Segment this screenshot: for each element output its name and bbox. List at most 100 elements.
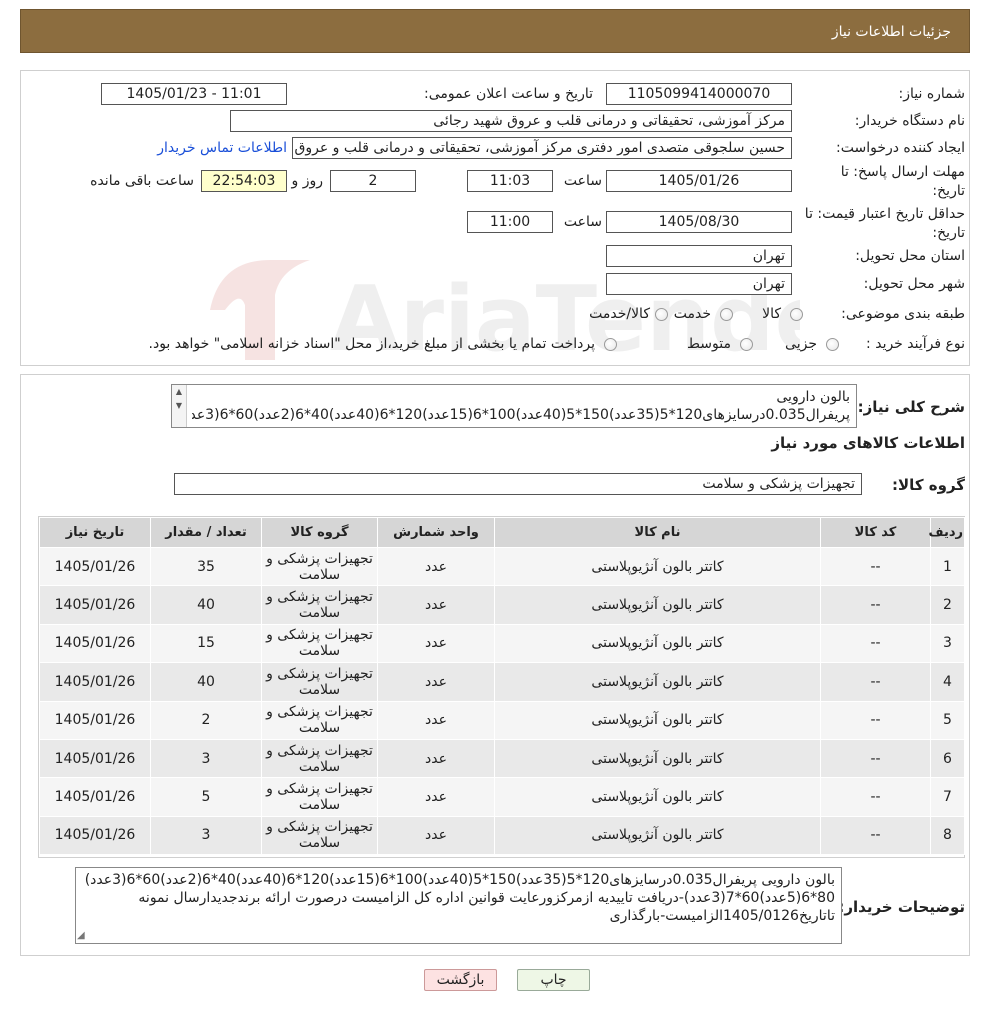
table-row[interactable]: 7 -- کاتتر بالون آنژیوپلاستی عدد تجهیزات پزش… <box>39 777 965 817</box>
summary-scroll-buttons[interactable]: ▲ ▼ <box>172 385 187 427</box>
cell-date: 1405/01/26 <box>39 738 151 779</box>
process-note: پرداخت تمام یا بخشی از مبلغ خرید،از محل … <box>148 336 595 352</box>
cell-unit: عدد <box>377 738 495 779</box>
remaining-time-field: 22:54:03 <box>201 170 287 192</box>
cell-quantity: 2 <box>150 700 262 740</box>
creator-label: ایجاد کننده درخواست: <box>836 140 965 156</box>
buyer-notes-textarea[interactable]: بالون دارویی پریفرال0.035درسایزهای120*5(… <box>75 867 842 944</box>
cell-name: کاتتر بالون آنژیوپلاستی <box>494 585 821 625</box>
col-header-row-number[interactable]: ردیف <box>928 517 965 548</box>
cell-code: -- <box>820 815 931 856</box>
cell-row-number: 5 <box>930 700 965 740</box>
cell-group: تجهیزات پزشکی و سلامت <box>261 546 378 587</box>
process-label: نوع فرآیند خرید : <box>866 336 965 352</box>
buyer-notes-line-1: بالون دارویی پریفرال0.035درسایزهای120*5(… <box>84 872 835 888</box>
col-header-quantity[interactable]: تعداد / مقدار <box>150 517 262 548</box>
category-radio-service[interactable] <box>720 308 733 321</box>
cell-group: تجهیزات پزشکی و سلامت <box>261 700 378 740</box>
category-radio-goods[interactable] <box>790 308 803 321</box>
table-row[interactable]: 4 -- کاتتر بالون آنژیوپلاستی عدد تجهیزات پزش… <box>39 662 965 702</box>
announce-field: 1405/01/23 - 11:01 <box>101 83 287 105</box>
cell-unit: عدد <box>377 623 495 664</box>
items-table-body: 1 -- کاتتر بالون آنژیوپلاستی عدد تجهیزات پزش… <box>39 546 965 856</box>
buyer-notes-label: توضیحات خریدار: <box>838 898 965 916</box>
cell-code: -- <box>820 777 931 817</box>
resize-handle-icon[interactable]: ◢ <box>77 930 85 941</box>
page-title: جزئیات اطلاعات نیاز <box>831 24 951 40</box>
buyer-notes-line-2: 80*6(5عدد)60*7(3عدد)-دریافت تاییدیه ازمر… <box>138 890 835 906</box>
scroll-up-icon[interactable]: ▲ <box>172 385 186 399</box>
table-row[interactable]: 3 -- کاتتر بالون آنژیوپلاستی عدد تجهیزات پزش… <box>39 623 965 664</box>
cell-group: تجهیزات پزشکی و سلامت <box>261 815 378 856</box>
category-radio-goods-service[interactable] <box>655 308 668 321</box>
city-label: شهر محل تحویل: <box>863 276 965 292</box>
cell-date: 1405/01/26 <box>39 700 151 740</box>
cell-code: -- <box>820 700 931 740</box>
cell-row-number: 7 <box>930 777 965 817</box>
col-header-group[interactable]: گروه کالا <box>261 517 378 548</box>
buyer-contact-link[interactable]: اطلاعات تماس خریدار <box>157 140 287 156</box>
goods-group-label: گروه کالا: <box>892 476 965 494</box>
col-header-date[interactable]: تاریخ نیاز <box>39 517 151 548</box>
buyer-notes-line-3: تاتاریخ1405/0126الزامیست-بارگذاری <box>609 908 835 924</box>
cell-unit: عدد <box>377 662 495 702</box>
process-radio-minor[interactable] <box>826 338 839 351</box>
announce-label: تاریخ و ساعت اعلان عمومی: <box>424 86 593 102</box>
print-button[interactable]: چاپ <box>517 969 590 991</box>
validity-label-1: حداقل تاریخ اعتبار قیمت: تا <box>804 206 965 222</box>
cell-name: کاتتر بالون آنژیوپلاستی <box>494 777 821 817</box>
days-label: روز و <box>291 173 324 189</box>
city-field: تهران <box>606 273 792 295</box>
summary-label: شرح کلی نیاز: <box>857 398 965 416</box>
table-row[interactable]: 1 -- کاتتر بالون آنژیوپلاستی عدد تجهیزات پزش… <box>39 546 965 587</box>
cell-quantity: 40 <box>150 585 262 625</box>
col-header-code[interactable]: کد کالا <box>820 517 931 548</box>
cell-name: کاتتر بالون آنژیوپلاستی <box>494 738 821 779</box>
table-row[interactable]: 5 -- کاتتر بالون آنژیوپلاستی عدد تجهیزات پزش… <box>39 700 965 740</box>
cell-unit: عدد <box>377 815 495 856</box>
deadline-label-1: مهلت ارسال پاسخ: تا <box>840 164 965 180</box>
cell-unit: عدد <box>377 546 495 587</box>
cell-date: 1405/01/26 <box>39 662 151 702</box>
table-row[interactable]: 8 -- کاتتر بالون آنژیوپلاستی عدد تجهیزات پزش… <box>39 815 965 856</box>
province-label: استان محل تحویل: <box>855 248 965 264</box>
cell-unit: عدد <box>377 585 495 625</box>
buyer-org-field: مرکز آموزشی، تحقیقاتی و درمانی قلب و عرو… <box>230 110 792 132</box>
summary-textarea[interactable]: بالون دارویی پریفرال0.035درسایزهای120*5(… <box>171 384 857 428</box>
table-header-row: ردیف کد کالا نام کالا واحد شمارش گروه کا… <box>39 517 965 548</box>
creator-field: حسین سلجوقی متصدی امور دفتری مرکز آموزشی… <box>292 137 792 159</box>
cell-row-number: 8 <box>930 815 965 856</box>
cell-quantity: 5 <box>150 777 262 817</box>
cell-row-number: 2 <box>930 585 965 625</box>
table-row[interactable]: 6 -- کاتتر بالون آنژیوپلاستی عدد تجهیزات پزش… <box>39 738 965 779</box>
cell-group: تجهیزات پزشکی و سلامت <box>261 662 378 702</box>
cell-quantity: 3 <box>150 738 262 779</box>
items-table: ردیف کد کالا نام کالا واحد شمارش گروه کا… <box>39 517 965 856</box>
col-header-unit[interactable]: واحد شمارش <box>377 517 495 548</box>
buyer-org-label: نام دستگاه خریدار: <box>854 113 965 129</box>
days-field: 2 <box>330 170 416 192</box>
process-radio-treasury[interactable] <box>604 338 617 351</box>
cell-row-number: 1 <box>930 546 965 587</box>
scroll-down-icon[interactable]: ▼ <box>172 399 186 413</box>
deadline-label-2: تاریخ: <box>932 183 965 199</box>
cell-row-number: 3 <box>930 623 965 664</box>
cell-code: -- <box>820 546 931 587</box>
cell-quantity: 40 <box>150 662 262 702</box>
cell-name: کاتتر بالون آنژیوپلاستی <box>494 546 821 587</box>
table-row[interactable]: 2 -- کاتتر بالون آنژیوپلاستی عدد تجهیزات پزش… <box>39 585 965 625</box>
cell-quantity: 3 <box>150 815 262 856</box>
back-button[interactable]: بازگشت <box>424 969 497 991</box>
col-header-name[interactable]: نام کالا <box>494 517 821 548</box>
cell-unit: عدد <box>377 700 495 740</box>
cell-code: -- <box>820 623 931 664</box>
goods-group-field: تجهیزات پزشکی و سلامت <box>174 473 862 495</box>
summary-line-2: پریفرال0.035درسایزهای120*5(35عدد)150*5(4… <box>192 407 850 423</box>
cell-quantity: 35 <box>150 546 262 587</box>
items-table-wrapper: ردیف کد کالا نام کالا واحد شمارش گروه کا… <box>38 516 965 858</box>
cell-name: کاتتر بالون آنژیوپلاستی <box>494 623 821 664</box>
process-option-minor: جزیی <box>785 336 817 352</box>
cell-group: تجهیزات پزشکی و سلامت <box>261 777 378 817</box>
validity-time-field: 11:00 <box>467 211 553 233</box>
process-radio-medium[interactable] <box>740 338 753 351</box>
